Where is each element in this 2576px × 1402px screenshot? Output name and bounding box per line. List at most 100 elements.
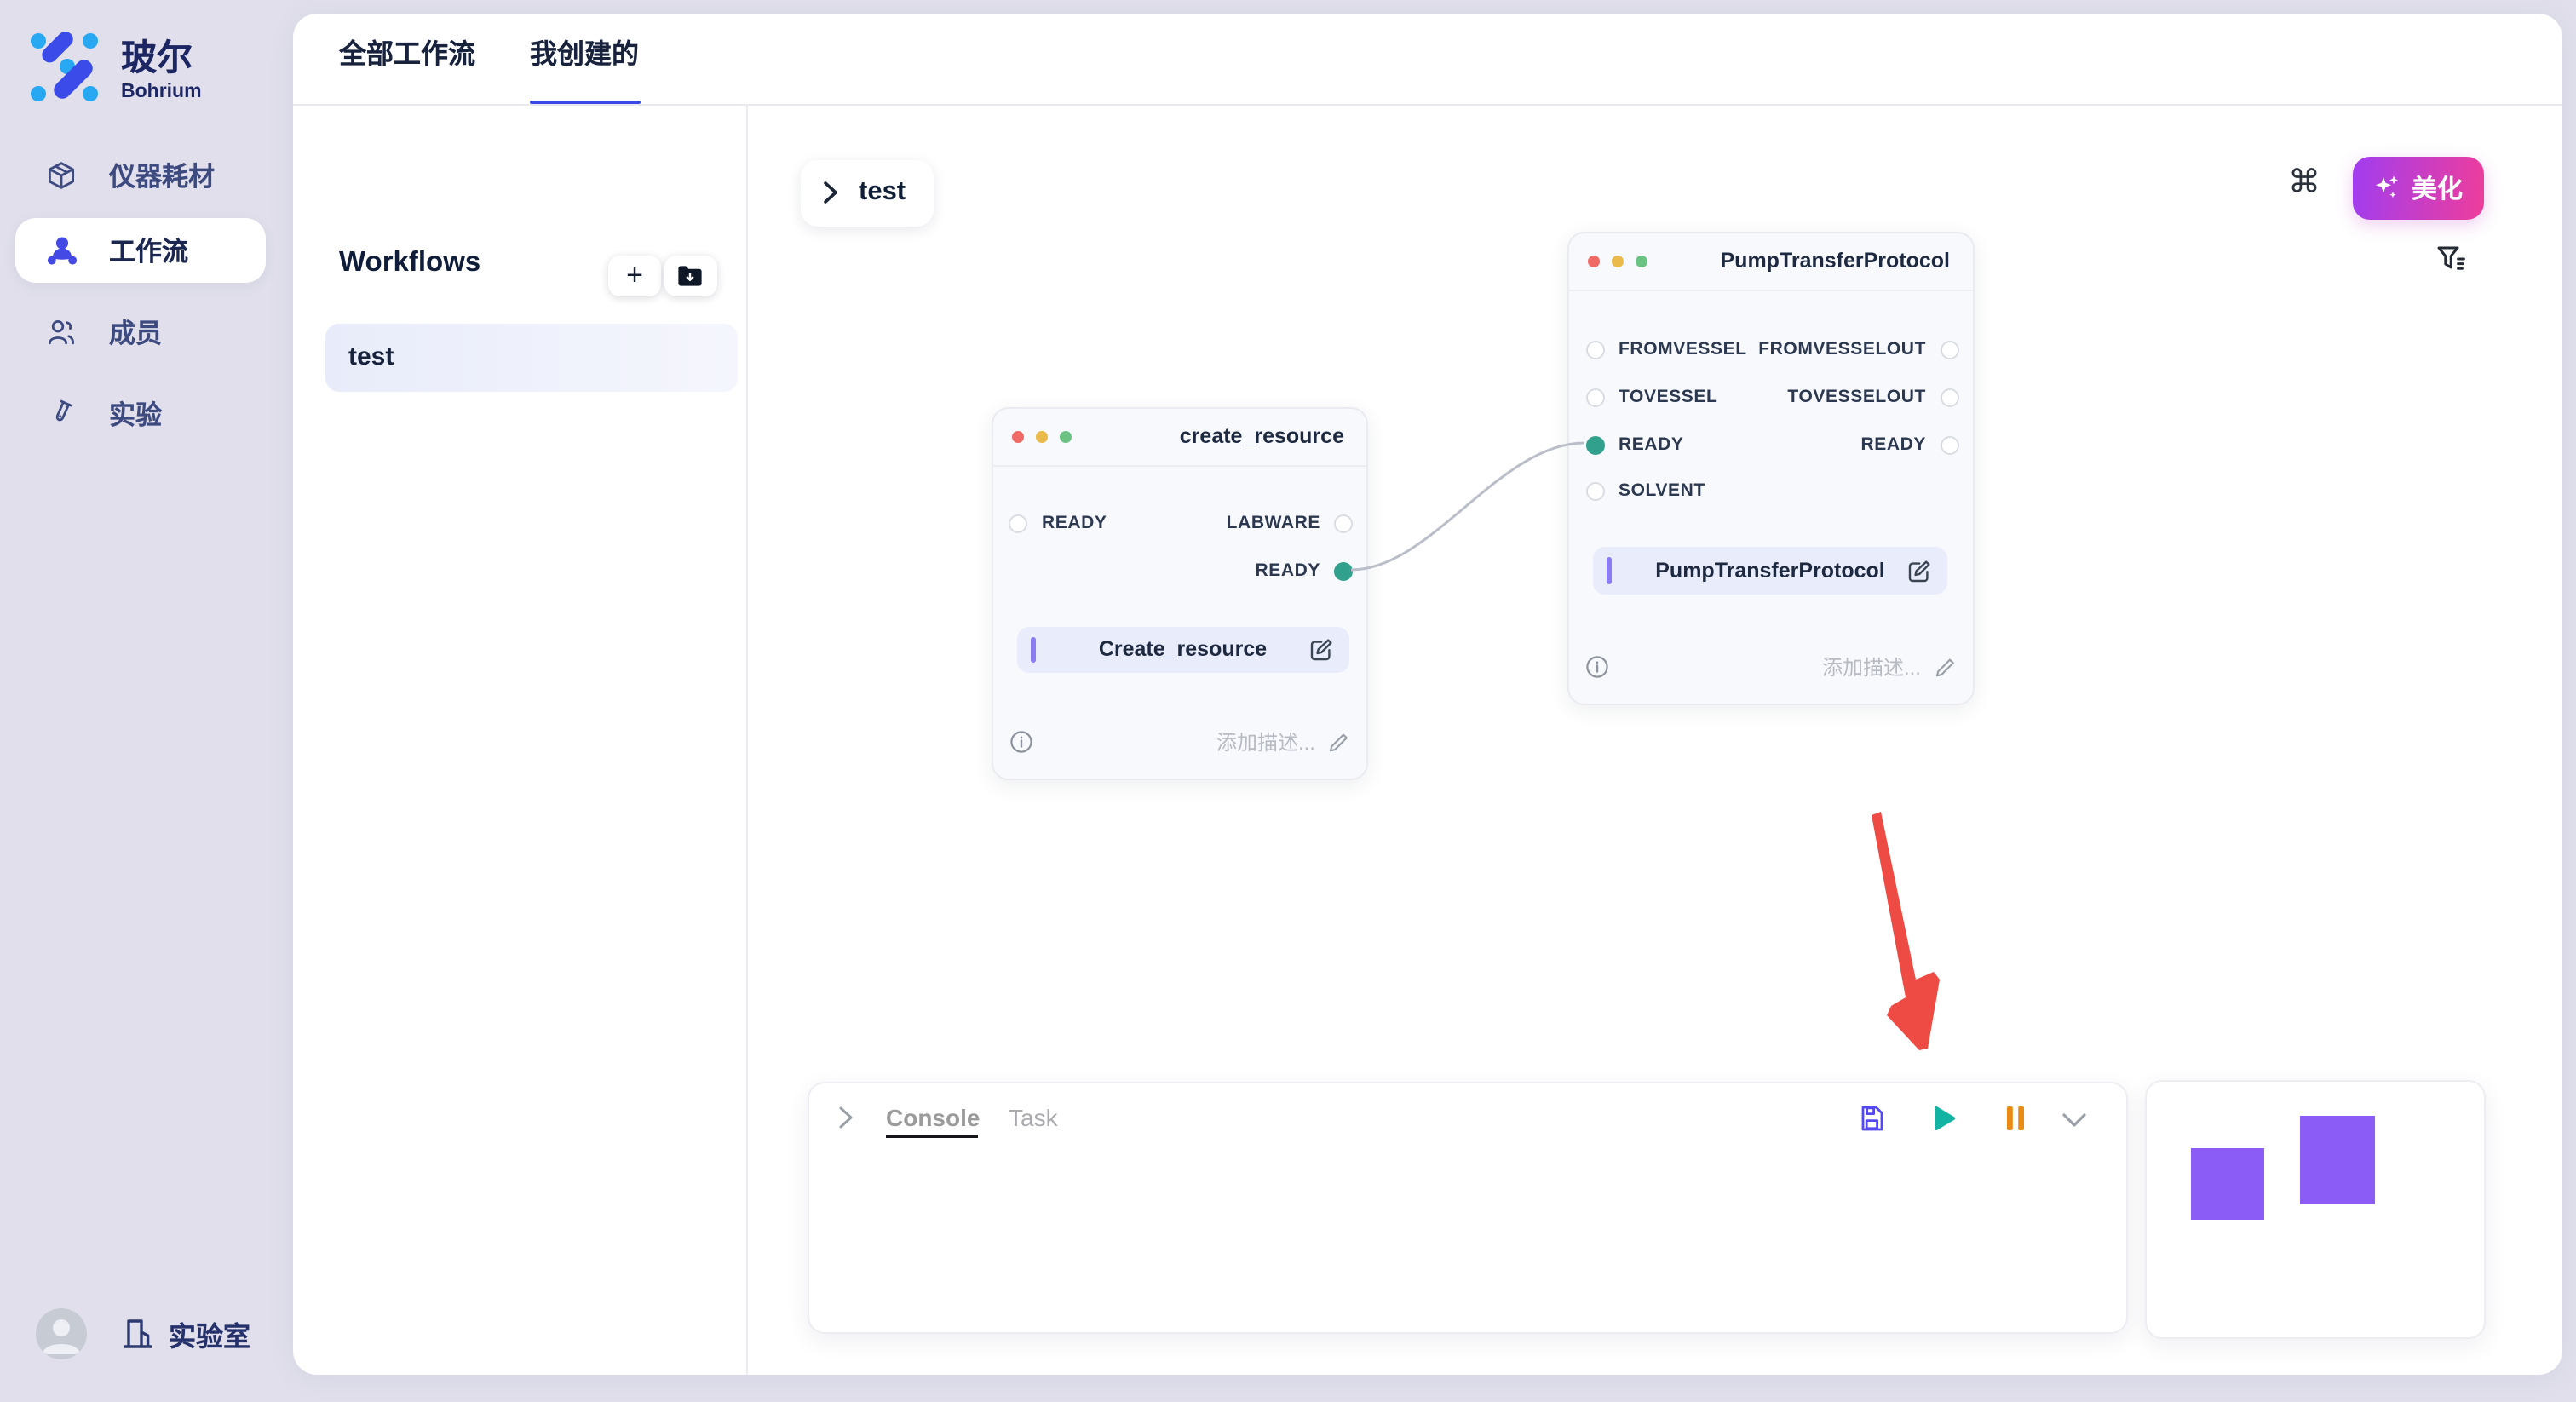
port-output-ready[interactable] (1940, 435, 1958, 454)
traffic-dots (1588, 255, 1647, 267)
port-label: SOLVENT (1619, 482, 1705, 501)
node-title: PumpTransferProtocol (1721, 233, 1951, 289)
panel-title: Workflows (339, 247, 480, 279)
main-content: 全部工作流 我创建的 Workflows + test (293, 14, 2562, 1375)
description-placeholder[interactable]: 添加描述... (1216, 727, 1315, 756)
sparkles-icon (2374, 175, 2401, 202)
chevron-right-icon (823, 181, 838, 204)
edge-ready-to-ready (1351, 443, 1584, 570)
building-icon (121, 1315, 155, 1353)
edit-icon[interactable] (1308, 637, 1333, 663)
flask-icon (46, 399, 77, 429)
breadcrumb-label: test (859, 177, 906, 208)
port-label: TOVESSEL (1619, 388, 1717, 407)
pause-icon[interactable] (2005, 1105, 2026, 1130)
logo-title: 玻尔 (121, 37, 202, 82)
node-title: create_resource (1180, 408, 1344, 464)
port-label: TOVESSELOUT (1787, 388, 1926, 407)
sidebar-item-label: 实验 (109, 395, 162, 433)
breadcrumb[interactable]: test (801, 159, 934, 226)
port-input-ready[interactable] (1009, 514, 1027, 533)
info-icon[interactable] (1009, 731, 1032, 753)
console-tab-underline (886, 1135, 978, 1138)
port-input-ready[interactable] (1585, 435, 1604, 454)
port-input-tovessel[interactable] (1585, 388, 1604, 407)
chevron-down-icon[interactable] (2061, 1112, 2087, 1127)
green-dot-icon (1636, 255, 1647, 267)
node-action-button[interactable]: PumpTransferProtocol (1593, 547, 1947, 594)
user-avatar[interactable] (36, 1308, 87, 1359)
divider (992, 464, 1366, 466)
console-panel: Console Task (808, 1081, 2128, 1333)
port-label: READY (1042, 514, 1107, 533)
node-create-resource[interactable]: create_resource READY LABWARE READY Crea… (991, 406, 1368, 780)
yellow-dot-icon (1035, 430, 1047, 442)
node-action-button[interactable]: Create_resource (1017, 626, 1348, 673)
sidebar-item-experiments[interactable]: 实验 (15, 382, 266, 446)
port-input-solvent[interactable] (1585, 482, 1604, 501)
port-label: LABWARE (1227, 514, 1320, 533)
edit-icon[interactable] (1906, 558, 1932, 583)
minimap-node-create-resource (2191, 1147, 2264, 1219)
filter-icon[interactable] (2436, 245, 2467, 281)
collapse-chevron-icon[interactable] (838, 1105, 854, 1129)
traffic-dots (1011, 430, 1071, 442)
workflows-panel: Workflows + test (293, 104, 747, 1375)
node-action-label: PumpTransferProtocol (1593, 547, 1947, 594)
divider (1569, 289, 1972, 290)
tab-all-workflows[interactable]: 全部工作流 (339, 14, 475, 104)
bohrium-logo-icon (29, 29, 101, 107)
port-output-labware[interactable] (1334, 514, 1353, 533)
info-icon[interactable] (1586, 656, 1608, 678)
sidebar-item-label: 工作流 (109, 232, 188, 269)
tab-console[interactable]: Console (886, 1103, 980, 1130)
port-input-fromvessel[interactable] (1585, 341, 1604, 359)
add-workflow-button[interactable]: + (608, 256, 661, 296)
workflow-list-item[interactable]: test (325, 324, 738, 391)
beautify-label: 美化 (2412, 170, 2463, 206)
save-icon[interactable] (1859, 1103, 1886, 1132)
port-output-tovesselout[interactable] (1940, 388, 1958, 407)
workflow-item-name: test (348, 343, 394, 372)
sidebar-item-label: 仪器耗材 (109, 157, 215, 194)
port-label: READY (1860, 435, 1926, 454)
port-label: READY (1619, 435, 1684, 454)
yellow-dot-icon (1612, 255, 1624, 267)
port-label: FROMVESSEL (1619, 341, 1747, 359)
logo-subtitle: Bohrium (121, 82, 202, 104)
sidebar-item-instruments[interactable]: 仪器耗材 (15, 143, 266, 208)
cube-icon (46, 160, 77, 191)
pencil-icon[interactable] (1327, 731, 1349, 753)
node-footer: 添加描述... (1586, 653, 1955, 681)
play-icon[interactable] (1934, 1105, 1956, 1130)
sidebar-user: 实验室 (36, 1308, 250, 1359)
sidebar: 玻尔 Bohrium 仪器耗材 (0, 0, 293, 1402)
minimap-node-pump-transfer (2300, 1115, 2375, 1204)
beautify-button[interactable]: 美化 (2353, 157, 2484, 219)
sidebar-item-workflow[interactable]: 工作流 (15, 218, 266, 283)
folder-download-icon (676, 264, 704, 288)
node-pump-transfer-protocol[interactable]: PumpTransferProtocol FROMVESSEL FROMVESS… (1567, 231, 1974, 704)
port-output-ready[interactable] (1334, 562, 1353, 581)
port-label: FROMVESSELOUT (1758, 341, 1926, 359)
pencil-icon[interactable] (1933, 656, 1955, 678)
port-label: READY (1255, 562, 1320, 581)
sidebar-item-members[interactable]: 成员 (15, 300, 266, 365)
sidebar-menu: 仪器耗材 工作流 (15, 143, 266, 457)
import-workflow-button[interactable] (664, 256, 716, 296)
node-footer: 添加描述... (1009, 728, 1349, 756)
lab-switcher[interactable]: 实验室 (121, 1313, 250, 1354)
tab-task[interactable]: Task (1009, 1103, 1058, 1130)
green-dot-icon (1059, 430, 1071, 442)
tab-my-created[interactable]: 我创建的 (530, 14, 639, 104)
node-action-label: Create_resource (1017, 626, 1348, 673)
red-dot-icon (1011, 430, 1023, 442)
minimap[interactable] (2145, 1079, 2486, 1338)
port-output-fromvesselout[interactable] (1940, 341, 1958, 359)
description-placeholder[interactable]: 添加描述... (1822, 652, 1921, 681)
workflow-tabbar: 全部工作流 我创建的 (293, 14, 2562, 106)
annotation-arrow (1872, 812, 1940, 1050)
command-grid-icon[interactable]: ⌘ (2288, 167, 2320, 199)
sidebar-item-label: 成员 (109, 313, 162, 351)
members-icon (46, 317, 77, 348)
